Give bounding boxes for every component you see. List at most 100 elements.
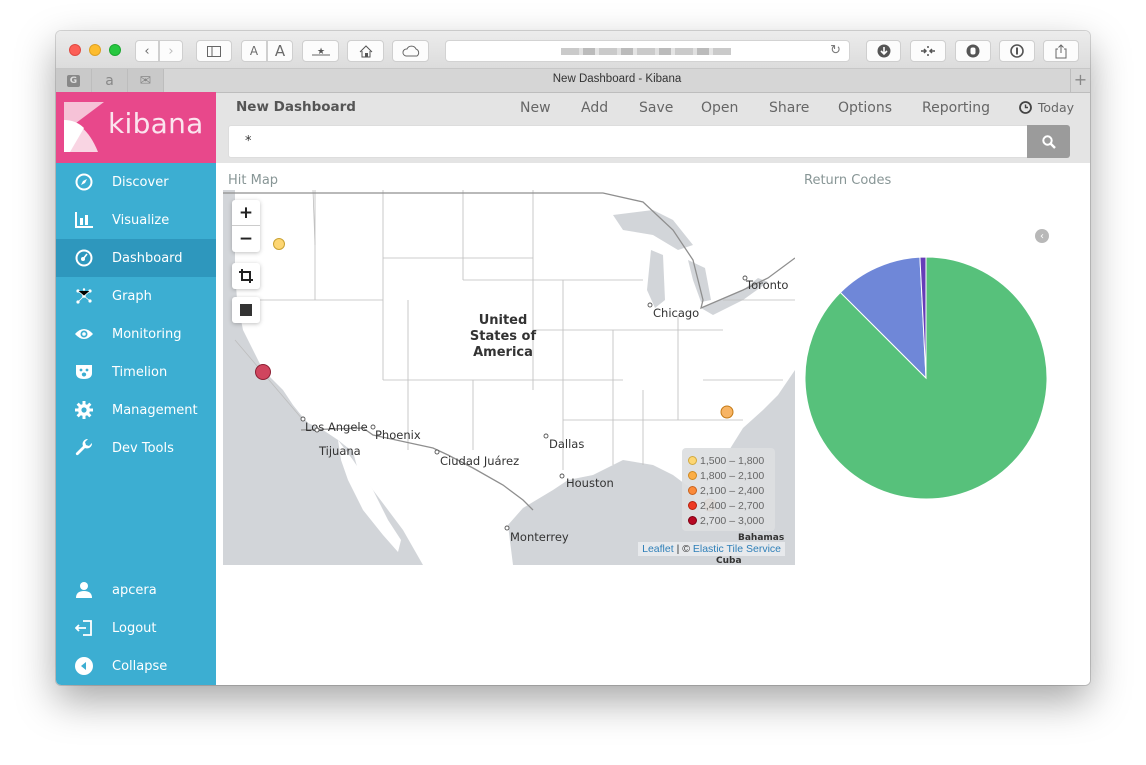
menu-save[interactable]: Save bbox=[639, 100, 673, 116]
minimize-window-button[interactable] bbox=[89, 44, 101, 56]
hit-marker[interactable] bbox=[273, 238, 285, 250]
timelion-icon bbox=[76, 365, 92, 379]
legend-item: 2,100 – 2,400 bbox=[688, 483, 769, 498]
menu-reporting[interactable]: Reporting bbox=[922, 100, 990, 116]
text-smaller-button[interactable]: A bbox=[241, 40, 267, 62]
sidebar-item-collapse[interactable]: Collapse bbox=[56, 647, 216, 685]
text-larger-button[interactable]: A bbox=[267, 40, 293, 62]
draw-rectangle-control[interactable] bbox=[232, 263, 260, 289]
query-input[interactable]: * bbox=[228, 125, 1028, 158]
amazon-icon: a bbox=[105, 73, 114, 89]
sidebar-item-management[interactable]: Management bbox=[56, 391, 216, 429]
pinned-tab-mail[interactable]: ✉ bbox=[128, 69, 164, 93]
elastic-tile-service-link[interactable]: Elastic Tile Service bbox=[693, 543, 781, 555]
bar-chart-icon bbox=[75, 212, 93, 228]
extension-compress-button[interactable] bbox=[910, 40, 946, 62]
legend-item: 2,400 – 2,700 bbox=[688, 498, 769, 513]
legend-item: 2,700 – 3,000 bbox=[688, 513, 769, 528]
dashboard-content: New Dashboard New Add Save Open Share Op… bbox=[216, 93, 1090, 685]
crop-icon bbox=[239, 269, 253, 283]
reload-icon[interactable]: ↻ bbox=[830, 43, 841, 58]
map-attribution: Leaflet | © Elastic Tile Service bbox=[638, 542, 785, 556]
address-bar[interactable]: ↻ bbox=[445, 40, 850, 62]
home-icon bbox=[359, 44, 372, 57]
wrench-icon bbox=[75, 439, 93, 456]
cloud-icon bbox=[402, 45, 419, 57]
search-button[interactable] bbox=[1027, 125, 1070, 158]
kibana-logo-text: kibana bbox=[108, 107, 204, 140]
download-icon bbox=[877, 44, 890, 58]
reader-button[interactable]: ★ bbox=[302, 40, 339, 62]
sidebar-toggle-button[interactable] bbox=[196, 40, 232, 62]
downloads-button[interactable] bbox=[866, 40, 901, 62]
sidebar-item-monitoring[interactable]: Monitoring bbox=[56, 315, 216, 353]
back-button[interactable]: ‹ bbox=[135, 40, 159, 62]
square-icon bbox=[240, 304, 252, 316]
map-legend: 1,500 – 1,800 1,800 – 2,100 2,100 – 2,40… bbox=[682, 448, 775, 531]
time-picker[interactable]: Today bbox=[1018, 100, 1074, 115]
legend-dot-icon bbox=[688, 471, 697, 480]
legend-toggle-button[interactable]: ‹ bbox=[1035, 229, 1049, 243]
legend-item: 1,800 – 2,100 bbox=[688, 468, 769, 483]
sidebar-item-dev-tools[interactable]: Dev Tools bbox=[56, 429, 216, 467]
compress-icon bbox=[921, 46, 935, 56]
kibana-logo[interactable]: kibana bbox=[56, 93, 216, 163]
browser-toolbar: ‹ › A A ★ ↻ bbox=[56, 31, 1090, 69]
sidebar-item-visualize[interactable]: Visualize bbox=[56, 201, 216, 239]
sidebar-item-dashboard[interactable]: Dashboard bbox=[56, 239, 216, 277]
chevron-right-icon: › bbox=[168, 43, 174, 59]
pie-chart-svg bbox=[804, 256, 1048, 500]
compass-icon bbox=[75, 173, 93, 191]
pinned-tab-google[interactable]: G bbox=[56, 69, 92, 93]
menu-share[interactable]: Share bbox=[769, 100, 809, 116]
return-codes-pie bbox=[804, 256, 1048, 500]
fit-data-bounds-control[interactable] bbox=[232, 297, 260, 323]
sidebar-item-discover[interactable]: Discover bbox=[56, 163, 216, 201]
sidebar-item-user[interactable]: apcera bbox=[56, 571, 216, 609]
zoom-control: + − bbox=[232, 200, 260, 252]
hit-marker[interactable] bbox=[720, 405, 734, 419]
new-tab-button[interactable]: + bbox=[1070, 69, 1090, 93]
eye-icon bbox=[75, 329, 93, 339]
browser-window: ‹ › A A ★ ↻ G a ✉ New Dashboard - Kibana… bbox=[56, 31, 1090, 685]
menu-open[interactable]: Open bbox=[701, 100, 738, 116]
user-icon bbox=[76, 582, 92, 598]
forward-button[interactable]: › bbox=[159, 40, 183, 62]
legend-dot-icon bbox=[688, 516, 697, 525]
sidebar-item-graph[interactable]: Graph bbox=[56, 277, 216, 315]
kibana-sidebar: kibana Discover Visualize Dashboard Grap… bbox=[56, 93, 216, 685]
extension-info-button[interactable] bbox=[999, 40, 1035, 62]
chevron-left-icon: ‹ bbox=[1040, 230, 1044, 242]
fullscreen-window-button[interactable] bbox=[109, 44, 121, 56]
chevron-left-icon: ‹ bbox=[144, 43, 150, 59]
zoom-out-button[interactable]: − bbox=[232, 226, 260, 252]
share-icon bbox=[1055, 43, 1067, 58]
menu-add[interactable]: Add bbox=[581, 100, 608, 116]
hit-map[interactable]: United States of America Toronto Chicago… bbox=[223, 190, 795, 565]
mail-icon: ✉ bbox=[139, 73, 152, 89]
share-button[interactable] bbox=[1043, 40, 1079, 62]
dashboard-gauge-icon bbox=[75, 249, 93, 267]
kibana-top-nav: New Dashboard New Add Save Open Share Op… bbox=[216, 93, 1090, 163]
close-window-button[interactable] bbox=[69, 44, 81, 56]
svg-text:★: ★ bbox=[317, 47, 325, 56]
extension-hand-button[interactable] bbox=[955, 40, 991, 62]
icloud-button[interactable] bbox=[392, 40, 429, 62]
sidebar-icon bbox=[207, 45, 221, 57]
home-button[interactable] bbox=[347, 40, 384, 62]
menu-options[interactable]: Options bbox=[838, 100, 892, 116]
active-tab-title[interactable]: New Dashboard - Kibana bbox=[164, 73, 1070, 85]
legend-item: 1,500 – 1,800 bbox=[688, 453, 769, 468]
map-panel-title: Hit Map bbox=[228, 173, 279, 188]
sidebar-item-timelion[interactable]: Timelion bbox=[56, 353, 216, 391]
leaflet-link[interactable]: Leaflet bbox=[642, 543, 674, 555]
sidebar-item-logout[interactable]: Logout bbox=[56, 609, 216, 647]
graph-icon bbox=[76, 288, 92, 304]
legend-dot-icon bbox=[688, 456, 697, 465]
dashboard-title: New Dashboard bbox=[236, 99, 356, 115]
pinned-tab-amazon[interactable]: a bbox=[92, 69, 128, 93]
hit-marker[interactable] bbox=[255, 364, 271, 380]
collapse-icon bbox=[75, 657, 93, 675]
zoom-in-button[interactable]: + bbox=[232, 200, 260, 226]
menu-new[interactable]: New bbox=[520, 100, 551, 116]
